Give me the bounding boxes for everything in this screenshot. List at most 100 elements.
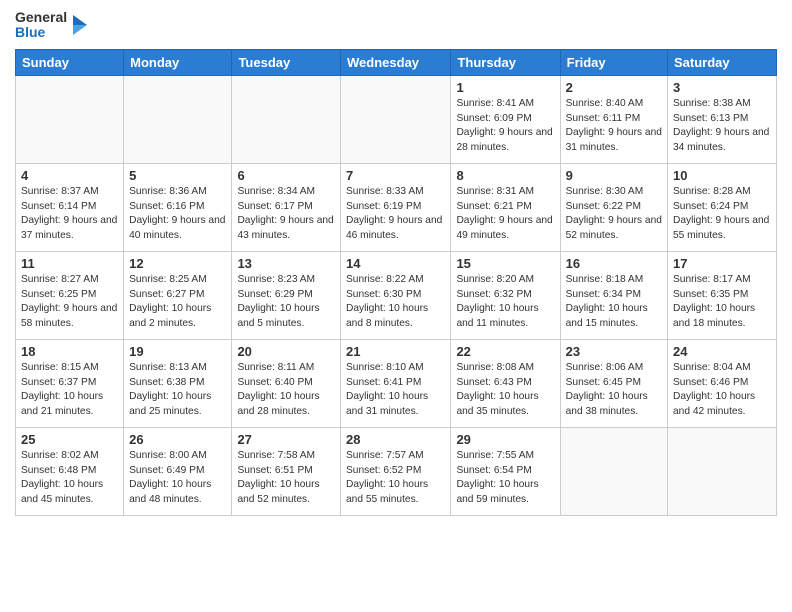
- day-info: Sunrise: 8:10 AM Sunset: 6:41 PM Dayligh…: [346, 361, 445, 420]
- calendar-week-row: 18 Sunrise: 8:15 AM Sunset: 6:37 PM Dayli…: [16, 339, 777, 427]
- day-of-week-header: Friday: [560, 49, 667, 75]
- calendar-week-row: 4 Sunrise: 8:37 AM Sunset: 6:14 PM Daylig…: [16, 163, 777, 251]
- header-row: SundayMondayTuesdayWednesdayThursdayFrid…: [16, 49, 777, 75]
- day-info: Sunrise: 8:00 AM Sunset: 6:49 PM Dayligh…: [129, 449, 226, 508]
- calendar-day-cell: 20Sunrise: 8:11 AM Sunset: 6:40 PM Dayli…: [232, 339, 341, 427]
- day-number: 29: [456, 432, 554, 447]
- day-info: Sunrise: 8:31 AM Sunset: 6:21 PM Dayligh…: [456, 185, 554, 244]
- day-info: Sunrise: 8:17 AM Sunset: 6:35 PM Dayligh…: [673, 273, 771, 332]
- day-info: Sunrise: 8:15 AM Sunset: 6:37 PM Dayligh…: [21, 361, 118, 420]
- calendar-day-cell: 1Sunrise: 8:41 AM Sunset: 6:09 PM Daylig…: [451, 75, 560, 163]
- day-of-week-header: Saturday: [668, 49, 777, 75]
- calendar-day-cell: [124, 75, 232, 163]
- day-number: 18: [21, 344, 118, 359]
- day-info: Sunrise: 8:20 AM Sunset: 6:32 PM Dayligh…: [456, 273, 554, 332]
- day-of-week-header: Wednesday: [341, 49, 451, 75]
- day-info: Sunrise: 8:22 AM Sunset: 6:30 PM Dayligh…: [346, 273, 445, 332]
- calendar-day-cell: 13 Sunrise: 8:23 AM Sunset: 6:29 PM Dayli…: [232, 251, 341, 339]
- calendar-day-cell: 5 Sunrise: 8:36 AM Sunset: 6:16 PM Daylig…: [124, 163, 232, 251]
- calendar-week-row: 1Sunrise: 8:41 AM Sunset: 6:09 PM Daylig…: [16, 75, 777, 163]
- header: General Blue: [15, 10, 777, 41]
- day-info: Sunrise: 8:30 AM Sunset: 6:22 PM Dayligh…: [566, 185, 662, 244]
- day-of-week-header: Sunday: [16, 49, 124, 75]
- day-info: Sunrise: 8:02 AM Sunset: 6:48 PM Dayligh…: [21, 449, 118, 508]
- day-of-week-header: Monday: [124, 49, 232, 75]
- day-number: 3: [673, 80, 771, 95]
- day-info: Sunrise: 8:38 AM Sunset: 6:13 PM Dayligh…: [673, 97, 771, 156]
- calendar-day-cell: 29 Sunrise: 7:55 AM Sunset: 6:54 PM Dayli…: [451, 427, 560, 515]
- day-number: 4: [21, 168, 118, 183]
- day-info: Sunrise: 7:57 AM Sunset: 6:52 PM Dayligh…: [346, 449, 445, 508]
- day-info: Sunrise: 7:58 AM Sunset: 6:51 PM Dayligh…: [237, 449, 335, 508]
- day-number: 19: [129, 344, 226, 359]
- calendar-day-cell: [341, 75, 451, 163]
- calendar-day-cell: 12Sunrise: 8:25 AM Sunset: 6:27 PM Dayli…: [124, 251, 232, 339]
- day-info: Sunrise: 8:06 AM Sunset: 6:45 PM Dayligh…: [566, 361, 662, 420]
- calendar-day-cell: 18 Sunrise: 8:15 AM Sunset: 6:37 PM Dayli…: [16, 339, 124, 427]
- calendar-week-row: 11 Sunrise: 8:27 AM Sunset: 6:25 PM Dayli…: [16, 251, 777, 339]
- calendar-day-cell: 21 Sunrise: 8:10 AM Sunset: 6:41 PM Dayli…: [341, 339, 451, 427]
- day-number: 10: [673, 168, 771, 183]
- day-info: Sunrise: 8:41 AM Sunset: 6:09 PM Dayligh…: [456, 97, 554, 156]
- calendar-day-cell: 22 Sunrise: 8:08 AM Sunset: 6:43 PM Dayli…: [451, 339, 560, 427]
- calendar-day-cell: 16 Sunrise: 8:18 AM Sunset: 6:34 PM Dayli…: [560, 251, 667, 339]
- calendar-page: General Blue SundayMondayTuesdayWednesda…: [0, 0, 792, 612]
- calendar-day-cell: 27 Sunrise: 7:58 AM Sunset: 6:51 PM Dayli…: [232, 427, 341, 515]
- day-number: 14: [346, 256, 445, 271]
- calendar-day-cell: [16, 75, 124, 163]
- day-number: 21: [346, 344, 445, 359]
- day-number: 8: [456, 168, 554, 183]
- calendar-day-cell: 9 Sunrise: 8:30 AM Sunset: 6:22 PM Daylig…: [560, 163, 667, 251]
- calendar-day-cell: 25 Sunrise: 8:02 AM Sunset: 6:48 PM Dayli…: [16, 427, 124, 515]
- day-number: 6: [237, 168, 335, 183]
- day-number: 11: [21, 256, 118, 271]
- day-info: Sunrise: 8:37 AM Sunset: 6:14 PM Dayligh…: [21, 185, 118, 244]
- day-number: 13: [237, 256, 335, 271]
- day-info: Sunrise: 8:18 AM Sunset: 6:34 PM Dayligh…: [566, 273, 662, 332]
- day-number: 25: [21, 432, 118, 447]
- calendar-day-cell: 4 Sunrise: 8:37 AM Sunset: 6:14 PM Daylig…: [16, 163, 124, 251]
- day-info: Sunrise: 7:55 AM Sunset: 6:54 PM Dayligh…: [456, 449, 554, 508]
- day-info: Sunrise: 8:40 AM Sunset: 6:11 PM Dayligh…: [566, 97, 662, 156]
- calendar-day-cell: 2 Sunrise: 8:40 AM Sunset: 6:11 PM Daylig…: [560, 75, 667, 163]
- day-number: 23: [566, 344, 662, 359]
- calendar-day-cell: 6 Sunrise: 8:34 AM Sunset: 6:17 PM Daylig…: [232, 163, 341, 251]
- calendar-day-cell: 23 Sunrise: 8:06 AM Sunset: 6:45 PM Dayli…: [560, 339, 667, 427]
- day-number: 2: [566, 80, 662, 95]
- calendar-table: SundayMondayTuesdayWednesdayThursdayFrid…: [15, 49, 777, 516]
- calendar-day-cell: 24Sunrise: 8:04 AM Sunset: 6:46 PM Dayli…: [668, 339, 777, 427]
- day-number: 12: [129, 256, 226, 271]
- day-number: 5: [129, 168, 226, 183]
- day-number: 7: [346, 168, 445, 183]
- day-number: 16: [566, 256, 662, 271]
- calendar-day-cell: 10 Sunrise: 8:28 AM Sunset: 6:24 PM Dayli…: [668, 163, 777, 251]
- calendar-day-cell: 19 Sunrise: 8:13 AM Sunset: 6:38 PM Dayli…: [124, 339, 232, 427]
- day-info: Sunrise: 8:08 AM Sunset: 6:43 PM Dayligh…: [456, 361, 554, 420]
- calendar-day-cell: [668, 427, 777, 515]
- calendar-day-cell: 8 Sunrise: 8:31 AM Sunset: 6:21 PM Daylig…: [451, 163, 560, 251]
- day-info: Sunrise: 8:36 AM Sunset: 6:16 PM Dayligh…: [129, 185, 226, 244]
- calendar-day-cell: 7 Sunrise: 8:33 AM Sunset: 6:19 PM Daylig…: [341, 163, 451, 251]
- day-number: 9: [566, 168, 662, 183]
- calendar-day-cell: [560, 427, 667, 515]
- logo: General Blue: [15, 10, 91, 41]
- day-info: Sunrise: 8:27 AM Sunset: 6:25 PM Dayligh…: [21, 273, 118, 332]
- calendar-day-cell: 3 Sunrise: 8:38 AM Sunset: 6:13 PM Daylig…: [668, 75, 777, 163]
- logo-bird-icon: [69, 11, 91, 39]
- day-number: 28: [346, 432, 445, 447]
- day-info: Sunrise: 8:23 AM Sunset: 6:29 PM Dayligh…: [237, 273, 335, 332]
- day-info: Sunrise: 8:34 AM Sunset: 6:17 PM Dayligh…: [237, 185, 335, 244]
- day-number: 20: [237, 344, 335, 359]
- day-of-week-header: Tuesday: [232, 49, 341, 75]
- day-of-week-header: Thursday: [451, 49, 560, 75]
- calendar-day-cell: 15Sunrise: 8:20 AM Sunset: 6:32 PM Dayli…: [451, 251, 560, 339]
- day-info: Sunrise: 8:33 AM Sunset: 6:19 PM Dayligh…: [346, 185, 445, 244]
- day-number: 26: [129, 432, 226, 447]
- calendar-day-cell: 26 Sunrise: 8:00 AM Sunset: 6:49 PM Dayli…: [124, 427, 232, 515]
- day-number: 22: [456, 344, 554, 359]
- calendar-day-cell: [232, 75, 341, 163]
- day-number: 17: [673, 256, 771, 271]
- day-info: Sunrise: 8:28 AM Sunset: 6:24 PM Dayligh…: [673, 185, 771, 244]
- day-info: Sunrise: 8:13 AM Sunset: 6:38 PM Dayligh…: [129, 361, 226, 420]
- day-number: 27: [237, 432, 335, 447]
